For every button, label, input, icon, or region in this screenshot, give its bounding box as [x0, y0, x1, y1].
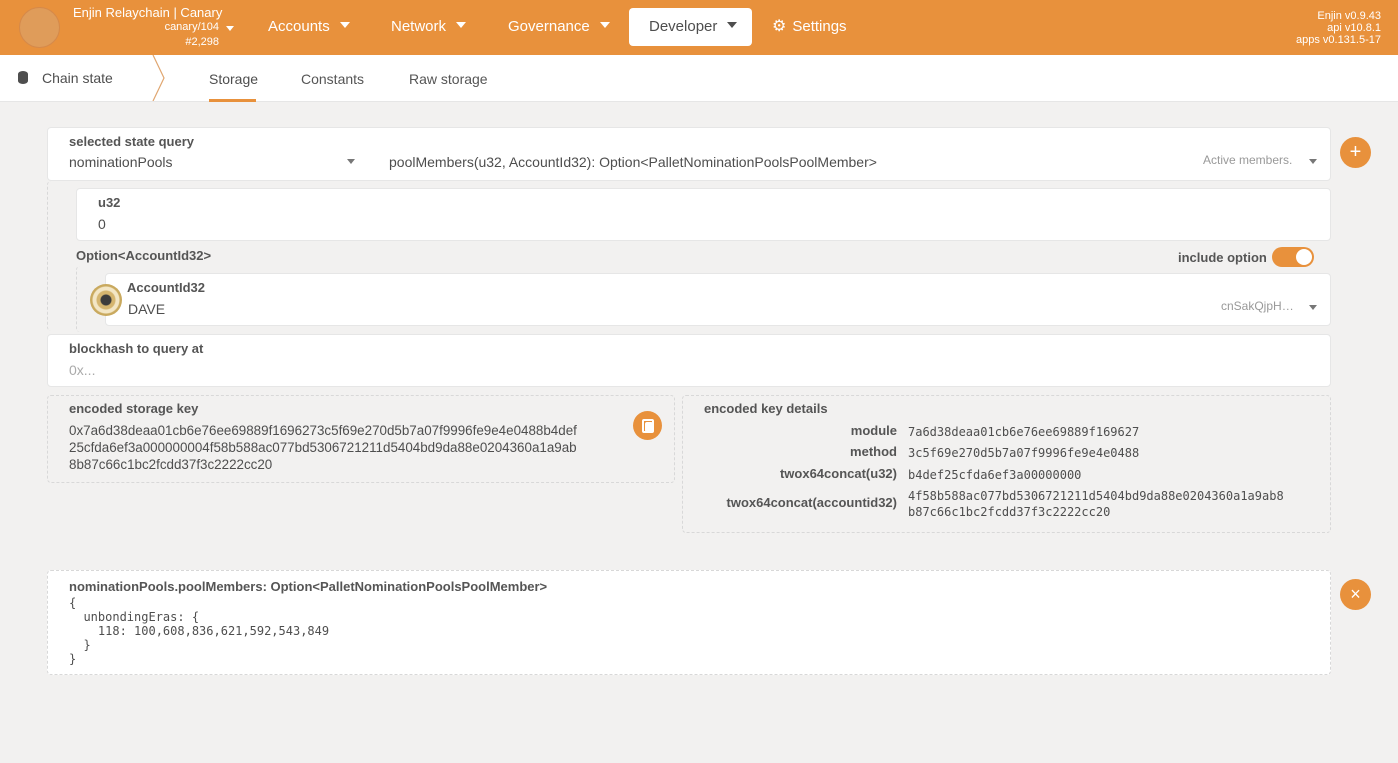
key-details-panel: encoded key details module 7a6d38deaa01c… [682, 395, 1331, 533]
blockhash-input[interactable]: 0x... [69, 362, 95, 378]
result-line: } [69, 638, 91, 652]
tab-storage[interactable]: Storage [209, 71, 258, 87]
account-param[interactable]: AccountId32 DAVE cnSakQjpH… [105, 273, 1331, 326]
state-query-label: selected state query [69, 134, 195, 149]
nav-governance-label: Governance [508, 18, 590, 35]
result-line: 118: 100,608,836,621,592,543,849 [69, 624, 330, 638]
include-option-label: include option [1178, 250, 1267, 265]
account-identicon [90, 284, 122, 316]
chain-selector[interactable]: Enjin Relaychain | Canary canary/104 #2,… [73, 6, 243, 49]
sub-nav-bar: Chain state Storage Constants Raw storag… [0, 55, 1398, 102]
u32-param: u32 0 [76, 188, 1331, 241]
kd-twox-u32-label: twox64concat(u32) [779, 466, 897, 481]
chevron-down-icon [1309, 305, 1317, 310]
chevron-down-icon [339, 22, 350, 28]
chevron-down-icon [727, 22, 738, 28]
kd-module-label: module [850, 423, 897, 438]
tab-raw-storage[interactable]: Raw storage [409, 71, 488, 87]
nav-network[interactable]: Network [371, 8, 467, 46]
nav-network-label: Network [391, 18, 447, 35]
encoded-key-line: 0x7a6d38deaa01cb6e76ee69889f1696273c5f69… [69, 423, 577, 438]
chain-block: #2,298 [185, 36, 219, 48]
encoded-key-value: 0x7a6d38deaa01cb6e76ee69889f1696273c5f69… [69, 422, 639, 473]
nav-settings[interactable]: ⚙ Settings [752, 8, 847, 46]
gear-icon: ⚙ [772, 18, 787, 35]
state-query-selector: selected state query nominationPools poo… [47, 127, 1331, 181]
node-version: Enjin v0.9.43 [1317, 10, 1381, 22]
kd-twox-u32-value: b4def25cfda6ef3a00000000 [908, 468, 1082, 482]
tab-constants[interactable]: Constants [301, 71, 364, 87]
chevron-down-icon [599, 22, 610, 28]
nav-accounts-label: Accounts [268, 18, 330, 35]
account-address: cnSakQjpH… [1221, 299, 1294, 313]
u32-label: u32 [98, 195, 121, 210]
account-label: AccountId32 [127, 280, 206, 295]
result-line: unbondingEras: { [69, 610, 200, 624]
result-line: } [69, 652, 77, 666]
active-tab-indicator [209, 99, 256, 102]
method-hint: Active members. [1203, 153, 1293, 167]
encoded-key-line: 8b87c66c1bc2fcdd37f3c2222cc20 [69, 457, 273, 472]
breadcrumb-separator [152, 55, 165, 101]
account-name: DAVE [128, 301, 166, 317]
kd-module-value: 7a6d38deaa01cb6e76ee69889f169627 [908, 425, 1140, 439]
kd-twox-account-line: 4f58b588ac077bd5306721211d5404bd9da88e02… [908, 489, 1284, 503]
result-json: { unbondingEras: { 118: 100,608,836,621,… [69, 596, 329, 666]
chain-name: Enjin Relaychain | Canary [73, 5, 223, 20]
chevron-down-icon [347, 159, 355, 164]
nav-accounts[interactable]: Accounts [248, 8, 350, 46]
apps-version: apps v0.131.5-17 [1295, 34, 1381, 46]
key-details-label: encoded key details [704, 401, 828, 416]
kd-twox-account-line: b87c66c1bc2fcdd37f3c2222cc20 [908, 505, 1111, 519]
database-icon [18, 71, 28, 84]
nav-settings-label: Settings [792, 18, 847, 35]
toggle-knob [1296, 249, 1312, 265]
version-info: Enjin v0.9.43 api v10.8.1 apps v0.131.5-… [1296, 10, 1381, 46]
encoded-key-label: encoded storage key [69, 401, 199, 416]
chain-runtime: canary/104 [164, 21, 219, 33]
kd-twox-account-value: 4f58b588ac077bd5306721211d5404bd9da88e02… [908, 488, 1284, 520]
chain-logo[interactable] [19, 7, 60, 48]
section-title: Chain state [18, 70, 113, 86]
option-label: Option<AccountId32> [76, 248, 212, 263]
section-title-label: Chain state [42, 70, 113, 86]
u32-input[interactable]: 0 [98, 216, 106, 232]
nav-developer-label: Developer [649, 18, 718, 35]
add-query-button[interactable]: + [1340, 137, 1371, 168]
copy-icon[interactable] [633, 411, 662, 440]
chevron-down-icon [1309, 159, 1317, 164]
blockhash-label: blockhash to query at [69, 341, 204, 356]
encoded-key-line: 25cfda6ef3a000000004f58b588ac077bd530672… [69, 440, 577, 455]
result-line: { [69, 596, 77, 610]
method-select[interactable]: poolMembers(u32, AccountId32): Option<Pa… [389, 154, 877, 170]
query-result-panel: nominationPools.poolMembers: Option<Pall… [47, 570, 1331, 675]
module-select[interactable]: nominationPools [69, 154, 173, 170]
chevron-down-icon [226, 26, 234, 31]
encoded-key-panel: encoded storage key 0x7a6d38deaa01cb6e76… [47, 395, 675, 483]
top-bar: Enjin Relaychain | Canary canary/104 #2,… [0, 0, 1398, 55]
api-version: api v10.8.1 [1327, 22, 1381, 34]
close-result-button[interactable]: × [1340, 579, 1371, 610]
kd-method-value: 3c5f69e270d5b7a07f9996fe9e4e0488 [908, 446, 1140, 460]
blockhash-field: blockhash to query at 0x... [47, 334, 1331, 387]
kd-twox-account-label: twox64concat(accountid32) [726, 495, 898, 510]
nav-governance[interactable]: Governance [488, 8, 610, 46]
result-label: nominationPools.poolMembers: Option<Pall… [69, 579, 548, 594]
chevron-down-icon [456, 22, 467, 28]
kd-method-label: method [850, 444, 897, 459]
nav-developer[interactable]: Developer [629, 8, 752, 46]
include-option-toggle[interactable] [1272, 247, 1314, 267]
